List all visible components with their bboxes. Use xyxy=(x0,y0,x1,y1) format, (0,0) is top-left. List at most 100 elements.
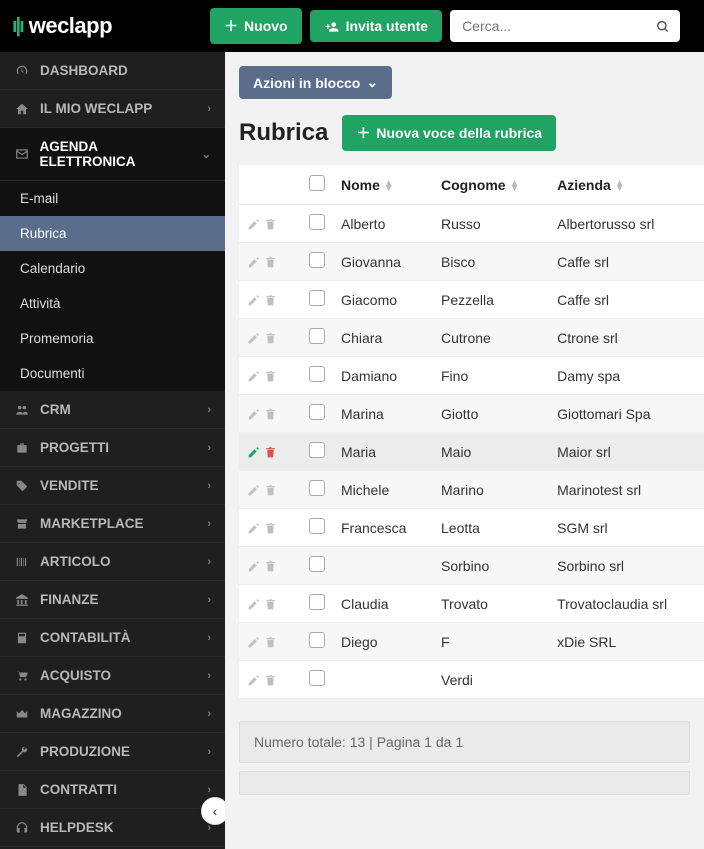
edit-icon[interactable] xyxy=(247,672,260,688)
col-nome[interactable]: Nome▲▼ xyxy=(333,165,433,205)
table-row[interactable]: Verdi xyxy=(239,661,704,699)
search-input[interactable] xyxy=(450,10,680,42)
table-row[interactable]: ChiaraCutroneCtrone srl xyxy=(239,319,704,357)
crown-icon xyxy=(14,707,30,721)
sidebar-item-magazzino[interactable]: MAGAZZINO › xyxy=(0,695,225,733)
sidebar-item-finanze[interactable]: FINANZE › xyxy=(0,581,225,619)
delete-icon[interactable] xyxy=(264,254,277,270)
table-row[interactable]: MicheleMarinoMarinotest srl xyxy=(239,471,704,509)
row-checkbox[interactable] xyxy=(309,556,325,572)
delete-icon[interactable] xyxy=(264,672,277,688)
new-button[interactable]: ＋ Nuovo xyxy=(210,8,302,44)
edit-icon[interactable] xyxy=(247,216,260,232)
sidebar-item-dashboard[interactable]: DASHBOARD xyxy=(0,52,225,90)
table-row[interactable]: DiegoFxDie SRL xyxy=(239,623,704,661)
sidebar-item-helpdesk[interactable]: HELPDESK › xyxy=(0,809,225,847)
delete-icon[interactable] xyxy=(264,406,277,422)
row-checkbox[interactable] xyxy=(309,252,325,268)
cell-nome: Alberto xyxy=(333,205,433,243)
cell-cognome: Verdi xyxy=(433,661,549,699)
row-checkbox[interactable] xyxy=(309,328,325,344)
col-azienda[interactable]: Azienda▲▼ xyxy=(549,165,704,205)
delete-icon[interactable] xyxy=(264,368,277,384)
sidebar-item-contratti[interactable]: CONTRATTI › xyxy=(0,771,225,809)
sidebar-item-marketplace[interactable]: MARKETPLACE › xyxy=(0,505,225,543)
delete-icon[interactable] xyxy=(264,444,277,460)
edit-icon[interactable] xyxy=(247,330,260,346)
edit-icon[interactable] xyxy=(247,558,260,574)
select-all-checkbox[interactable] xyxy=(309,175,325,191)
search-icon[interactable] xyxy=(656,18,670,34)
sidebar-item-progetti[interactable]: PROGETTI › xyxy=(0,429,225,467)
edit-icon[interactable] xyxy=(247,444,260,460)
cell-nome: Diego xyxy=(333,623,433,661)
edit-icon[interactable] xyxy=(247,406,260,422)
edit-icon[interactable] xyxy=(247,520,260,536)
delete-icon[interactable] xyxy=(264,482,277,498)
edit-icon[interactable] xyxy=(247,368,260,384)
delete-icon[interactable] xyxy=(264,520,277,536)
table-row[interactable]: MarinaGiottoGiottomari Spa xyxy=(239,395,704,433)
table-row[interactable]: GiovannaBiscoCaffe srl xyxy=(239,243,704,281)
sidebar-subitem-attivita[interactable]: Attività xyxy=(0,286,225,321)
sidebar-item-label: FINANZE xyxy=(40,592,99,607)
row-checkbox[interactable] xyxy=(309,404,325,420)
row-checkbox[interactable] xyxy=(309,290,325,306)
table-row[interactable]: GiacomoPezzellaCaffe srl xyxy=(239,281,704,319)
cell-azienda: Marinotest srl xyxy=(549,471,704,509)
sidebar-subitem-promemoria[interactable]: Promemoria xyxy=(0,321,225,356)
sidebar-subitem-email[interactable]: E-mail xyxy=(0,181,225,216)
sidebar-item-my-weclapp[interactable]: IL MIO WECLAPP › xyxy=(0,90,225,128)
brand-text: weclapp xyxy=(29,13,112,39)
sidebar-item-vendite[interactable]: VENDITE › xyxy=(0,467,225,505)
invite-user-button[interactable]: Invita utente xyxy=(310,10,442,42)
col-checkbox xyxy=(301,165,333,205)
table-row[interactable]: SorbinoSorbino srl xyxy=(239,547,704,585)
bulk-actions-button[interactable]: Azioni in blocco ⌄ xyxy=(239,66,392,99)
invite-button-label: Invita utente xyxy=(346,18,428,34)
sidebar-item-contabilita[interactable]: CONTABILITÀ › xyxy=(0,619,225,657)
table-row[interactable]: AlbertoRussoAlbertorusso srl xyxy=(239,205,704,243)
row-checkbox[interactable] xyxy=(309,632,325,648)
new-contact-button[interactable]: ＋ Nuova voce della rubrica xyxy=(342,115,556,151)
edit-icon[interactable] xyxy=(247,292,260,308)
edit-icon[interactable] xyxy=(247,482,260,498)
sidebar-item-articolo[interactable]: ARTICOLO › xyxy=(0,543,225,581)
row-checkbox[interactable] xyxy=(309,670,325,686)
row-checkbox[interactable] xyxy=(309,594,325,610)
bulk-actions-label: Azioni in blocco xyxy=(253,75,360,91)
delete-icon[interactable] xyxy=(264,558,277,574)
sidebar-item-agenda[interactable]: AGENDA ELETTRONICA ⌄ xyxy=(0,128,225,181)
sidebar-subitem-rubrica[interactable]: Rubrica xyxy=(0,216,225,251)
delete-icon[interactable] xyxy=(264,634,277,650)
row-checkbox[interactable] xyxy=(309,480,325,496)
cell-cognome: Bisco xyxy=(433,243,549,281)
sidebar-subitem-documenti[interactable]: Documenti xyxy=(0,356,225,391)
delete-icon[interactable] xyxy=(264,216,277,232)
row-checkbox[interactable] xyxy=(309,214,325,230)
table-row[interactable]: MariaMaioMaior srl xyxy=(239,433,704,471)
edit-icon[interactable] xyxy=(247,596,260,612)
sidebar-item-acquisto[interactable]: ACQUISTO › xyxy=(0,657,225,695)
table-row[interactable]: FrancescaLeottaSGM srl xyxy=(239,509,704,547)
table-row[interactable]: DamianoFinoDamy spa xyxy=(239,357,704,395)
sidebar-subitem-calendario[interactable]: Calendario xyxy=(0,251,225,286)
edit-icon[interactable] xyxy=(247,634,260,650)
delete-icon[interactable] xyxy=(264,330,277,346)
cell-cognome: Maio xyxy=(433,433,549,471)
chevron-right-icon: › xyxy=(207,632,211,644)
sidebar-item-crm[interactable]: CRM › xyxy=(0,391,225,429)
sidebar-collapse-button[interactable]: ‹ xyxy=(201,797,225,825)
delete-icon[interactable] xyxy=(264,596,277,612)
sidebar-item-label: VENDITE xyxy=(40,478,99,493)
col-cognome[interactable]: Cognome▲▼ xyxy=(433,165,549,205)
delete-icon[interactable] xyxy=(264,292,277,308)
cell-nome: Maria xyxy=(333,433,433,471)
table-row[interactable]: ClaudiaTrovatoTrovatoclaudia srl xyxy=(239,585,704,623)
sidebar-item-label: HELPDESK xyxy=(40,820,114,835)
sidebar-item-produzione[interactable]: PRODUZIONE › xyxy=(0,733,225,771)
row-checkbox[interactable] xyxy=(309,366,325,382)
row-checkbox[interactable] xyxy=(309,518,325,534)
row-checkbox[interactable] xyxy=(309,442,325,458)
edit-icon[interactable] xyxy=(247,254,260,270)
